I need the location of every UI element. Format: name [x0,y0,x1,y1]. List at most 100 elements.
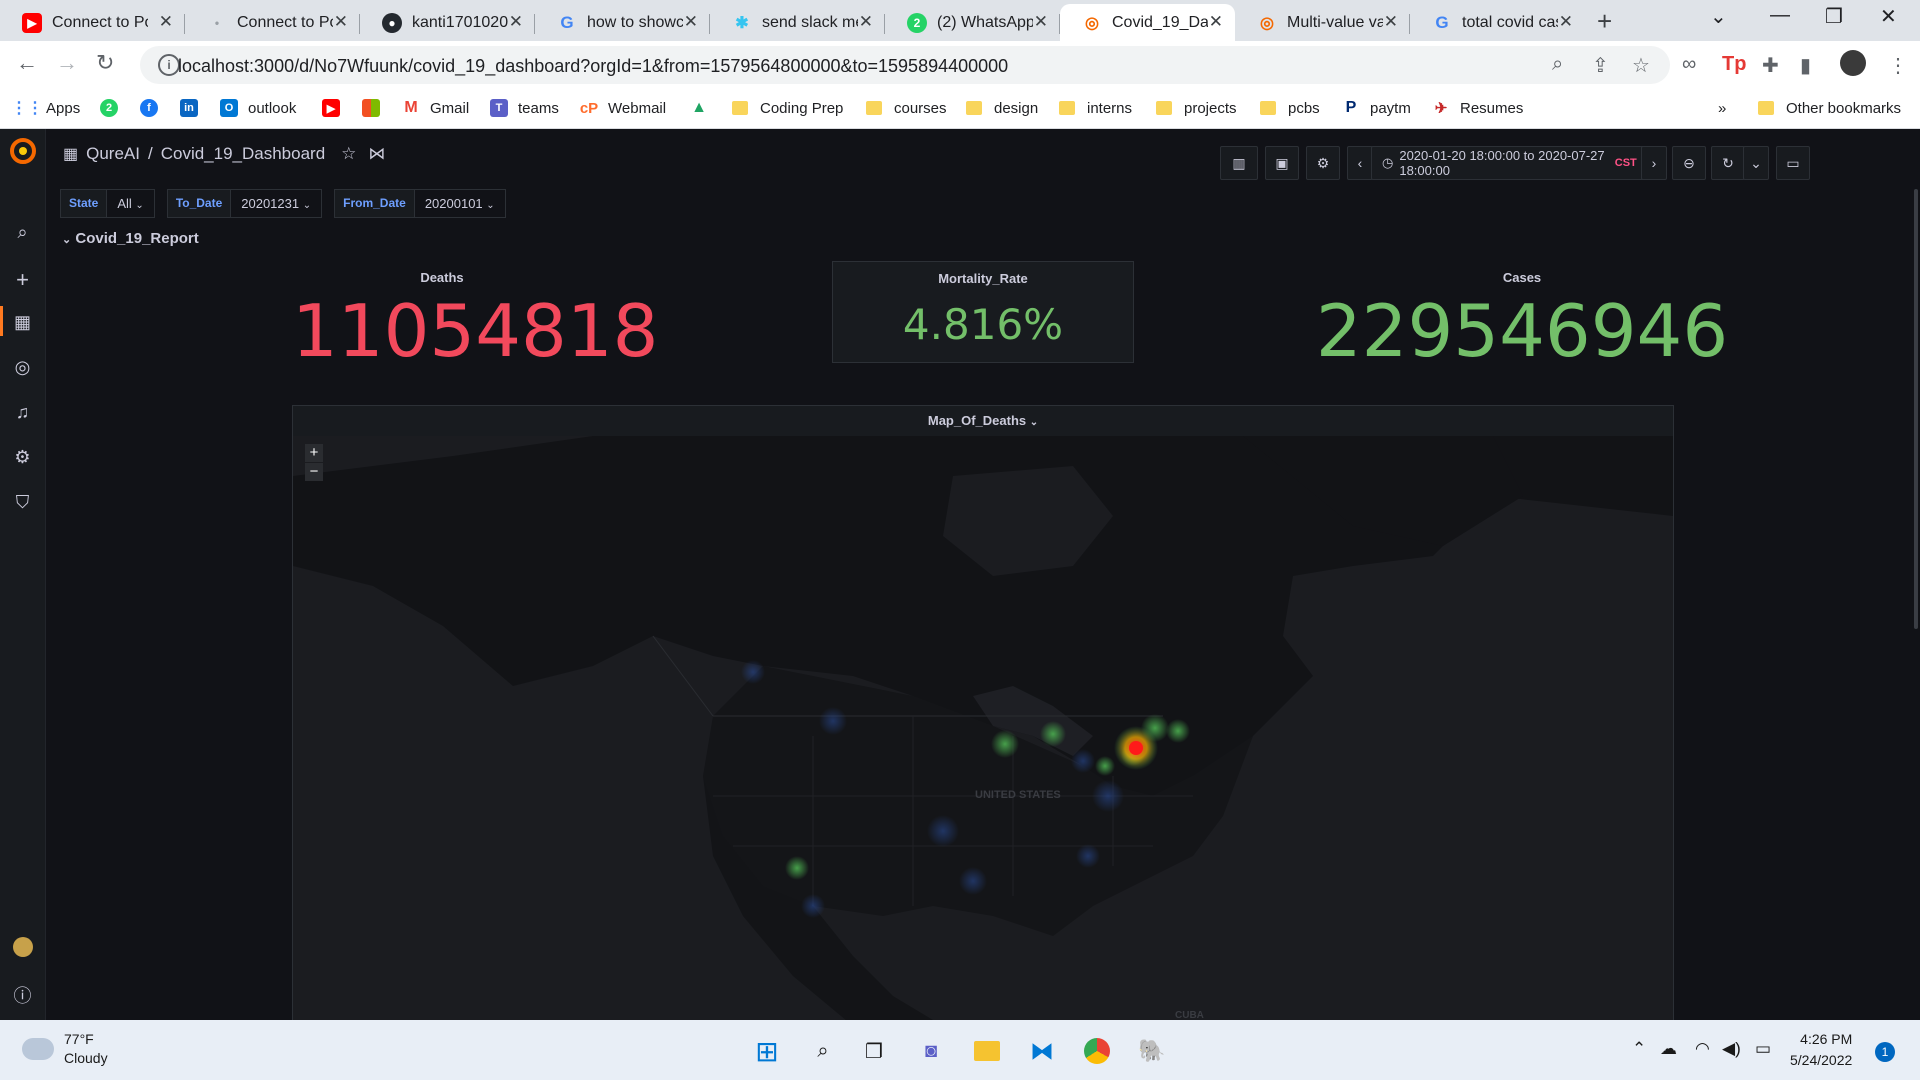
bookmark-resumes[interactable]: ✈ Resumes [1432,96,1524,120]
user-avatar[interactable] [0,937,45,962]
chat-icon[interactable]: ◙ [914,1034,948,1068]
share-icon[interactable]: ⋈ [368,144,385,164]
stat-panel-mortality-rate[interactable]: Mortality_Rate 4.816% [832,261,1134,363]
wifi-icon[interactable]: ◠ [1695,1039,1710,1059]
browser-tab[interactable]: ◎ Multi-value va ✕ [1235,4,1410,41]
restore-button[interactable]: ❐ [1825,4,1843,29]
map-zoom-out-button[interactable]: − [305,463,323,481]
close-tab-icon[interactable]: ✕ [1209,12,1223,32]
bookmark-linkedin[interactable]: in [180,96,208,120]
help-icon[interactable]: ⓘ [0,982,45,1008]
refresh-interval-dropdown[interactable]: ⌄ [1743,146,1769,180]
bookmark-drive[interactable]: ▲ [690,96,718,120]
side-panel-icon[interactable]: ▮ [1800,53,1811,78]
bookmark-apps[interactable]: ⋮⋮ Apps [11,96,80,120]
close-tab-icon[interactable]: ✕ [859,12,873,32]
variable-value-dropdown[interactable]: All ⌄ [107,189,155,218]
new-tab-button[interactable]: + [1597,6,1612,37]
bookmark-star-icon[interactable]: ☆ [1632,53,1650,78]
profile-avatar[interactable] [1840,50,1866,76]
map-zoom-in-button[interactable]: + [305,444,323,462]
bookmark-microsoft[interactable] [362,96,390,120]
show-hidden-icons-icon[interactable]: ⌃ [1632,1039,1646,1059]
other-bookmarks[interactable]: Other bookmarks [1758,96,1901,120]
extension-icon[interactable]: ∞ [1682,53,1696,76]
postgresql-icon[interactable]: 🐘 [1135,1034,1169,1068]
clock[interactable]: 4:26 PM 5/24/2022 [1790,1029,1852,1071]
notification-badge[interactable]: 1 [1875,1042,1895,1062]
close-tab-icon[interactable]: ✕ [159,12,173,32]
variable-from-date[interactable]: From_Date 20200101 ⌄ [334,189,506,218]
stat-panel-cases[interactable]: Cases 229546946 [1316,261,1728,373]
add-panel-button[interactable]: ▥ [1220,146,1258,180]
bookmark-webmail[interactable]: cP Webmail [580,96,666,120]
grafana-logo-icon[interactable] [9,137,37,165]
battery-icon[interactable]: ▭ [1755,1039,1771,1059]
dashboards-grid-icon[interactable]: ▦ [0,306,45,336]
dashboard-title[interactable]: Covid_19_Dashboard [161,144,325,164]
address-bar[interactable]: i localhost:3000/d/No7Wfuunk/covid_19_da… [140,46,1670,84]
close-tab-icon[interactable]: ✕ [1034,12,1048,32]
extensions-puzzle-icon[interactable]: ✚ [1762,53,1779,78]
browser-tab-active[interactable]: ◎ Covid_19_Das ✕ [1060,4,1235,41]
star-icon[interactable]: ☆ [341,144,356,164]
onedrive-icon[interactable]: ☁ [1660,1039,1677,1059]
vscode-icon[interactable]: ⧓ [1025,1034,1059,1068]
forward-button[interactable]: → [56,50,78,76]
variable-value-dropdown[interactable]: 20201231 ⌄ [231,189,323,218]
browser-tab[interactable]: • Connect to Po ✕ [185,4,360,41]
browser-tab[interactable]: ✱ send slack me ✕ [710,4,885,41]
bookmark-folder[interactable]: Coding Prep [732,96,843,120]
bookmark-outlook[interactable]: Ooutlook [220,96,296,120]
bookmark-paytm[interactable]: Ppaytm [1342,96,1411,120]
alerting-bell-icon[interactable]: ♫ [0,402,45,423]
close-tab-icon[interactable]: ✕ [509,12,523,32]
close-tab-icon[interactable]: ✕ [1559,12,1573,32]
close-window-button[interactable]: ✕ [1880,4,1897,29]
bookmarks-overflow-button[interactable]: » [1718,96,1726,120]
tv-mode-button[interactable]: ▭ [1776,146,1810,180]
chrome-icon[interactable] [1080,1034,1114,1068]
browser-menu-icon[interactable]: ⋮ [1888,53,1908,78]
zoom-out-time-button[interactable]: ⊖ [1672,146,1706,180]
bookmark-folder[interactable]: design [966,96,1038,120]
tp-extension-icon[interactable]: Tp [1722,53,1746,76]
minimize-button[interactable]: — [1770,4,1790,27]
bookmark-gmail[interactable]: M Gmail [402,96,469,120]
row-collapse-toggle[interactable]: ⌄ Covid_19_Report [62,230,199,247]
bookmark-whatsapp[interactable]: 2 [100,96,128,120]
page-scrollbar[interactable] [1914,189,1918,629]
tab-search-icon[interactable]: ⌄ [1710,4,1727,29]
save-dashboard-button[interactable]: ▣ [1265,146,1299,180]
time-range-picker[interactable]: ◷ 2020-01-20 18:00:00 to 2020-07-27 18:0… [1371,146,1663,180]
search-icon[interactable]: ⌕ [0,222,45,243]
zoom-icon[interactable]: ⌕ [1552,53,1563,76]
search-icon[interactable]: ⌕ [806,1034,840,1068]
browser-tab[interactable]: ● kanti1701020 ✕ [360,4,535,41]
bookmark-youtube[interactable]: ▶ [322,96,350,120]
start-windows-icon[interactable]: ⊞ [750,1034,784,1068]
browser-tab[interactable]: G total covid cas ✕ [1410,4,1585,41]
browser-tab[interactable]: 2 (2) WhatsApp ✕ [885,4,1060,41]
bookmark-folder[interactable]: courses [866,96,947,120]
server-admin-shield-icon[interactable]: ⛉ [0,492,45,513]
dashboard-settings-button[interactable]: ⚙ [1306,146,1340,180]
share-icon[interactable]: ⇪ [1592,53,1609,78]
weather-widget[interactable]: 77°F Cloudy [22,1030,108,1068]
variable-state[interactable]: State All ⌄ [60,189,155,218]
bookmark-folder[interactable]: pcbs [1260,96,1320,120]
close-tab-icon[interactable]: ✕ [334,12,348,32]
create-plus-icon[interactable]: + [0,267,45,293]
variable-value-dropdown[interactable]: 20200101 ⌄ [414,189,506,218]
url-text[interactable]: localhost:3000/d/No7Wfuunk/covid_19_dash… [178,56,1008,77]
time-shift-back-button[interactable]: ‹ [1347,146,1373,180]
reload-button[interactable]: ↻ [96,50,114,76]
time-shift-forward-button[interactable]: › [1641,146,1667,180]
bookmark-facebook[interactable]: f [140,96,168,120]
task-view-icon[interactable]: ❐ [857,1034,891,1068]
back-button[interactable]: ← [16,50,38,76]
explore-compass-icon[interactable]: ◎ [0,357,45,378]
bookmark-teams[interactable]: Tteams [490,96,559,120]
stat-panel-deaths[interactable]: Deaths 11054818 [292,261,658,373]
site-info-icon[interactable]: i [158,54,180,76]
